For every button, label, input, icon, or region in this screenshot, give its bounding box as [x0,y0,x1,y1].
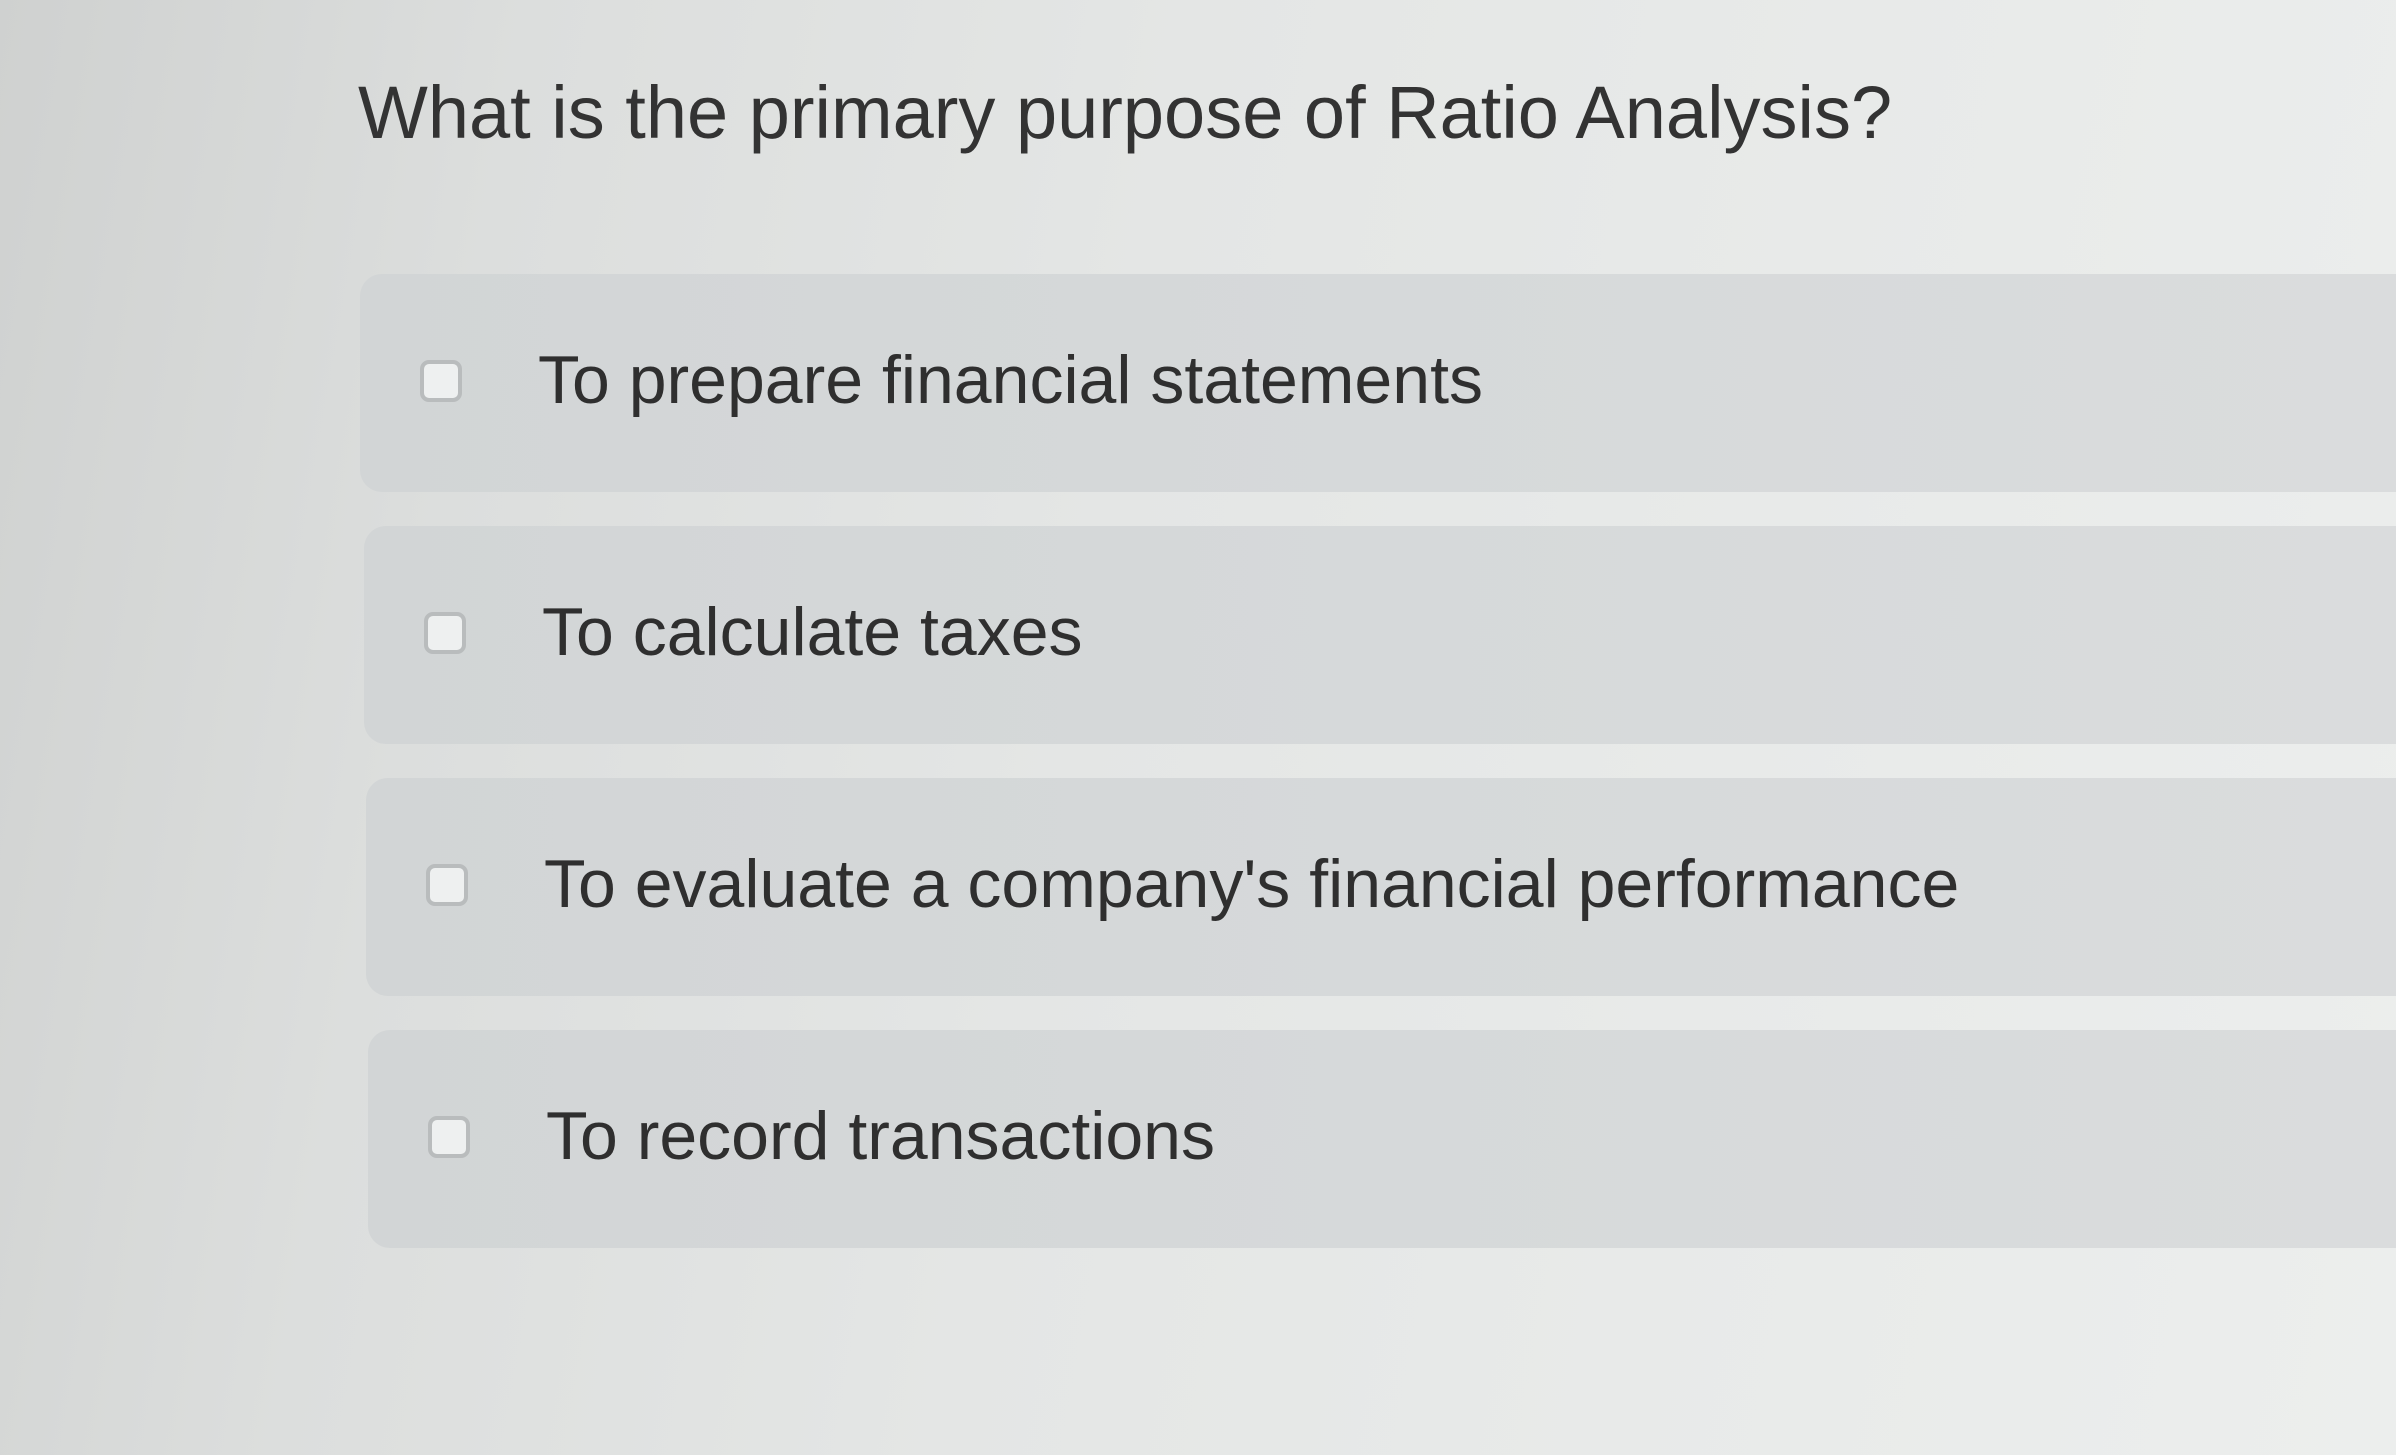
answer-option-record-transactions[interactable]: To record transactions [368,1030,2396,1248]
quiz-page: What is the primary purpose of Ratio Ana… [0,0,2396,1455]
answer-option-label: To record transactions [546,1098,1215,1174]
checkbox[interactable] [424,612,466,654]
answer-options: To prepare financial statements To calcu… [360,274,2396,1282]
answer-option-evaluate-performance[interactable]: To evaluate a company's financial perfor… [366,778,2396,996]
checkbox[interactable] [426,864,468,906]
answer-option-prepare-statements[interactable]: To prepare financial statements [360,274,2396,492]
question-title: What is the primary purpose of Ratio Ana… [358,71,1893,154]
checkbox[interactable] [420,360,462,402]
answer-option-calculate-taxes[interactable]: To calculate taxes [364,526,2396,744]
checkbox[interactable] [428,1116,470,1158]
answer-option-label: To evaluate a company's financial perfor… [544,846,1960,922]
answer-option-label: To calculate taxes [542,594,1083,670]
answer-option-label: To prepare financial statements [538,342,1483,418]
